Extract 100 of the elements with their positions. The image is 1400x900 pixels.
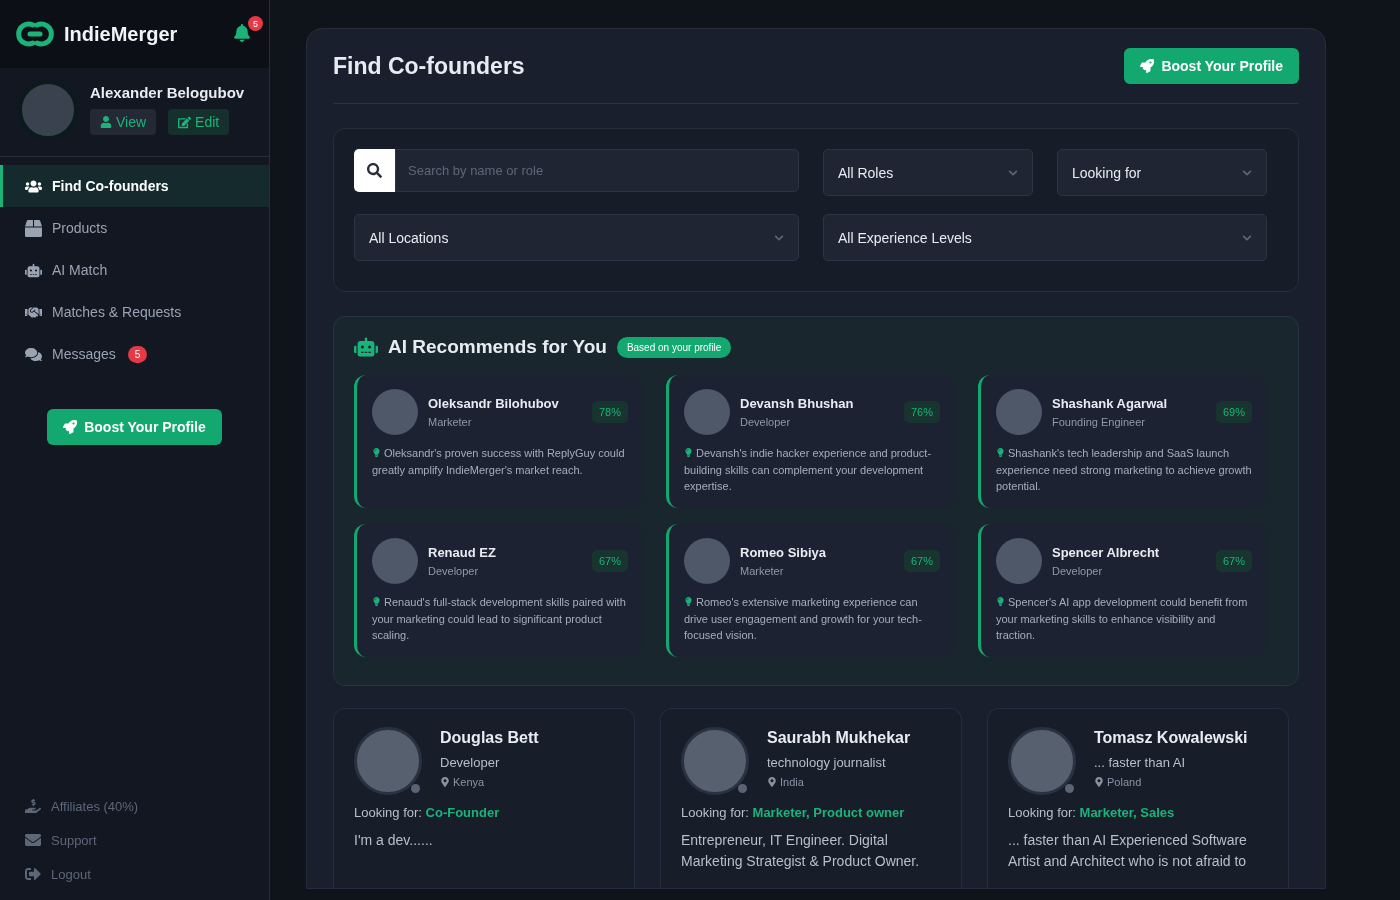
person-name: Devansh Bhushan (740, 396, 854, 411)
person-name: Saurabh Mukhekar (767, 729, 911, 747)
rocket-icon (63, 420, 78, 434)
location-pin-icon (1094, 777, 1104, 787)
profile-bio: Entrepreneur, IT Engineer. Digital Marketing Strategist & Product Owner. (681, 831, 921, 871)
person-role: Marketer (740, 565, 785, 577)
person-role: Developer (428, 565, 480, 577)
match-reason: Oleksandr's proven success with ReplyGuy could greatly amplify IndieMerger's market reach. (372, 446, 626, 478)
match-score: 67% (591, 550, 628, 572)
person-location: India (780, 776, 804, 788)
recommendation-card[interactable]: Shashank Agarwal Founding Engineer 69% Shashank's tech leadership and SaaS launch experience need strong marketing to achieve growth potential. (978, 375, 1266, 508)
profile-badge: Based on your profile (616, 336, 732, 358)
match-reason: Renaud's full-stack development skills paired with your marketing could lead to significant product scaling. (372, 595, 627, 643)
person-role: technology journalist (767, 755, 887, 770)
recommendation-card[interactable]: Oleksandr Bilohubov Marketer 78% Oleksandr's proven success with ReplyGuy could greatly amplify IndieMerger's market reach. (354, 375, 642, 508)
person-role: Developer (440, 755, 501, 770)
person-name: Shashank Agarwal (1052, 396, 1168, 411)
edit-icon (178, 115, 192, 129)
profile-card[interactable]: Saurabh Mukhekar technology journalist India Looking for: Marketer, Product owner Entrepreneur, IT Engineer. Digital Marketing Strategist & Product Owner. (660, 708, 962, 888)
person-location: Kenya (453, 776, 485, 788)
bell-icon[interactable] (233, 24, 251, 42)
looking-for-text: Looking for: Co-Founder (354, 805, 501, 820)
profile-bio: I'm a dev...... (354, 831, 434, 850)
match-reason: Devansh's indie hacker experience and product-building skills can complement your development expertise. (684, 446, 933, 494)
person-name: Tomasz Kowalewski (1094, 729, 1248, 747)
lightbulb-icon (372, 597, 381, 606)
robot-icon (354, 335, 378, 359)
box-icon (25, 219, 42, 237)
view-button[interactable]: View (90, 109, 157, 135)
nav-item[interactable]: Products (0, 207, 269, 249)
logo-icon (16, 20, 54, 48)
person-role: Marketer (428, 416, 473, 428)
avatar-photo-placeholder (684, 538, 730, 584)
user-name: Alexander Belogubov (90, 84, 245, 101)
search-button[interactable] (354, 149, 395, 192)
person-role: ... faster than AI (1094, 755, 1187, 770)
match-score: 67% (903, 550, 940, 572)
person-name: Oleksandr Bilohubov (428, 396, 559, 411)
recommendation-card[interactable]: Romeo Sibiya Marketer 67% Romeo's extensive marketing experience can drive user engagement and growth for your tech-focused vision. (666, 524, 954, 657)
recommendation-card[interactable]: Devansh Bhushan Developer 76% Devansh's indie hacker experience and product-building skills can complement your development expertise. (666, 375, 954, 508)
envelope-icon (25, 832, 41, 848)
robot-icon (25, 261, 42, 279)
match-score: 69% (1215, 401, 1252, 423)
match-score: 67% (1215, 550, 1252, 572)
message-count: 5 (127, 345, 148, 363)
lightbulb-icon (372, 448, 381, 457)
profile-card[interactable]: Douglas Bett Developer Kenya Looking for: Co-Founder I'm a dev...... (333, 708, 635, 888)
chat-icon (25, 345, 42, 363)
chevron-icon (1242, 232, 1252, 243)
person-role: Founding Engineer (1052, 416, 1146, 428)
roles-dropdown[interactable]: All Roles (823, 149, 1033, 196)
user-icon (100, 116, 112, 128)
nav-item[interactable]: Matches & Requests (0, 291, 269, 333)
hand-money-icon (25, 798, 41, 814)
lightbulb-icon (996, 597, 1005, 606)
avatar-photo-placeholder (996, 389, 1042, 435)
brand-name: IndieMerger (64, 22, 179, 46)
rocket-icon (1140, 59, 1155, 73)
edit-button[interactable]: Edit (168, 109, 230, 135)
nav-item[interactable]: AI Match (0, 249, 269, 291)
avatar-photo-placeholder (372, 389, 418, 435)
avatar-photo-placeholder (684, 389, 730, 435)
match-reason: Romeo's extensive marketing experience can drive user engagement and growth for your tech-focused vision. (684, 595, 923, 643)
recommendation-card[interactable]: Spencer Albrecht Developer 67% Spencer's AI app development could benefit from your marketing skills to enhance visibility and traction. (978, 524, 1266, 657)
person-location: Poland (1107, 776, 1142, 788)
match-reason: Spencer's AI app development could benefit from your marketing skills to enhance visibility and traction. (996, 595, 1249, 643)
person-role: Developer (740, 416, 792, 428)
locations-dropdown[interactable]: All Locations (354, 214, 799, 261)
logout-icon (25, 866, 41, 882)
lightbulb-icon (684, 597, 693, 606)
avatar-photo-placeholder (996, 538, 1042, 584)
profile-bio: ... faster than AI Experienced Software Artist and Architect who is not afraid to (1008, 831, 1248, 871)
page-title: Find Co-founders (333, 52, 525, 80)
looking-for-text: Looking for: Marketer, Sales (1008, 805, 1176, 820)
lightbulb-icon (684, 448, 693, 457)
recommendation-card[interactable]: Renaud EZ Developer 67% Renaud's full-stack development skills paired with your marketing could lead to significant product scaling. (354, 524, 642, 657)
section-title: AI Recommends for You (388, 336, 607, 358)
search-field[interactable]: Search by name or role (395, 149, 799, 192)
person-name: Romeo Sibiya (740, 545, 826, 560)
experience-dropdown[interactable]: All Experience Levels (823, 214, 1267, 261)
match-reason: Shashank's tech leadership and SaaS launch experience need strong marketing to achieve growth potential. (996, 446, 1252, 494)
profile-card[interactable]: Tomasz Kowalewski ... faster than AI Poland Looking for: Marketer, Sales ... faster than AI Experienced Software Artist and Architect who is not afraid to (987, 708, 1289, 888)
looking-for-text: Looking for: Marketer, Product owner (681, 805, 906, 820)
chevron-icon (1008, 167, 1018, 178)
chevron-icon (774, 232, 784, 243)
match-score: 78% (591, 401, 628, 423)
nav-item[interactable]: Messages 5 (0, 333, 269, 375)
location-pin-icon (767, 777, 777, 787)
location-pin-icon (440, 777, 450, 787)
notification-count: 5 (248, 16, 263, 31)
match-score: 76% (903, 401, 940, 423)
person-name: Douglas Bett (440, 729, 539, 747)
search-icon (367, 163, 382, 178)
looking-for-dropdown[interactable]: Looking for (1057, 149, 1267, 196)
nav-item[interactable]: Find Co-founders (0, 165, 269, 207)
lightbulb-icon (996, 448, 1005, 457)
person-name: Renaud EZ (428, 545, 496, 560)
avatar-photo-placeholder (372, 538, 418, 584)
person-name: Spencer Albrecht (1052, 545, 1160, 560)
person-role: Developer (1052, 565, 1104, 577)
